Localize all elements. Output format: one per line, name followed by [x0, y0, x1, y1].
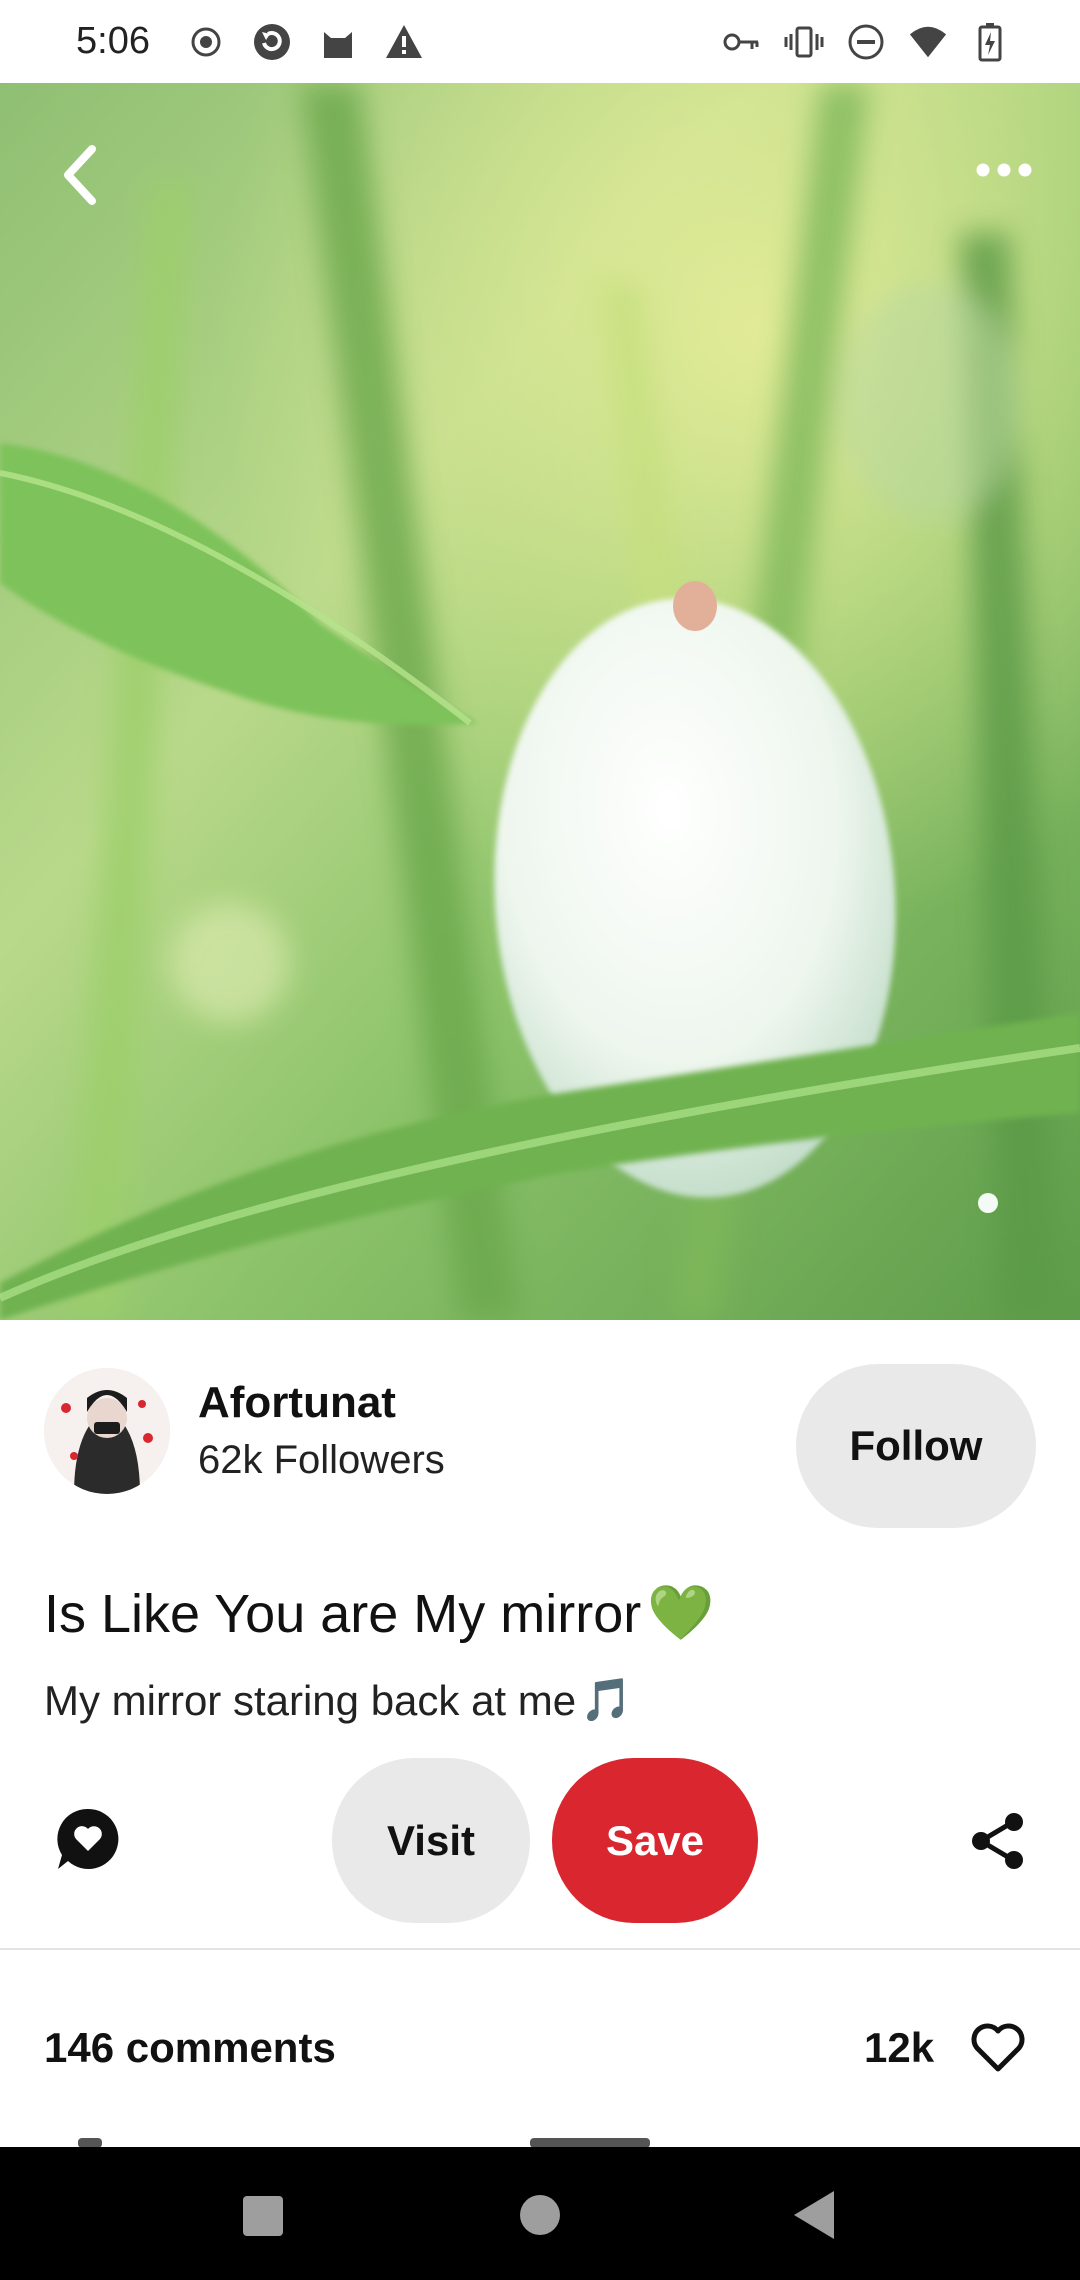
warning-icon: [384, 22, 424, 62]
visit-button[interactable]: Visit: [332, 1758, 530, 1923]
creator-name[interactable]: Afortunat: [198, 1378, 396, 1428]
do-not-disturb-icon: [846, 22, 886, 62]
pin-description-text: My mirror staring back at me: [44, 1676, 577, 1724]
creator-followers: 62k Followers: [198, 1438, 445, 1482]
pin-title-emoji: 💚: [647, 1583, 715, 1643]
pin-title: Is Like You are My mirror 💚: [44, 1582, 714, 1645]
divider: [0, 1948, 1080, 1950]
comments-count[interactable]: 146 comments: [44, 2024, 336, 2072]
creator-avatar-icon: [44, 1368, 170, 1494]
heart-bubble-icon: [57, 1808, 119, 1869]
recents-button[interactable]: [243, 2196, 283, 2236]
status-bar: 5:06: [0, 0, 1080, 83]
app-refresh-icon: [252, 22, 292, 62]
vpn-key-icon: [722, 22, 762, 62]
pin-image[interactable]: [0, 83, 1080, 1320]
likes-count: 12k: [864, 2024, 935, 2071]
back-nav-button[interactable]: [794, 2191, 834, 2239]
pin-description-emoji: 🎵: [580, 1676, 633, 1723]
vibrate-icon: [784, 22, 824, 62]
share-button[interactable]: [962, 1805, 1034, 1877]
more-options-button[interactable]: [964, 145, 1044, 195]
status-icons-left: [186, 18, 424, 66]
chevron-left-icon: [64, 145, 96, 205]
avatar[interactable]: [44, 1368, 170, 1494]
status-time: 5:06: [76, 20, 150, 62]
pin-description: My mirror staring back at me 🎵: [44, 1676, 632, 1725]
back-button[interactable]: [48, 143, 112, 207]
battery-charging-icon: [970, 22, 1010, 62]
share-icon: [972, 1813, 1023, 1869]
wifi-icon: [908, 22, 948, 62]
status-icons-right: [722, 18, 1010, 66]
more-dots-icon: [976, 163, 1032, 177]
cat-icon: [318, 22, 358, 62]
heart-outline-icon: [971, 2023, 1025, 2072]
react-button[interactable]: [52, 1803, 124, 1875]
pin-title-text: Is Like You are My mirror: [44, 1583, 642, 1644]
hero-image: [0, 83, 1080, 1320]
action-row: Visit Save: [0, 1755, 1080, 1925]
like-button[interactable]: [966, 2016, 1030, 2080]
save-button[interactable]: Save: [552, 1758, 758, 1923]
follow-button[interactable]: Follow: [796, 1364, 1036, 1528]
system-nav-bar: [0, 2147, 1080, 2280]
comment-preview-peek: [0, 2130, 1080, 2148]
comments-row: 146 comments 12k: [0, 1990, 1080, 2110]
record-icon: [186, 22, 226, 62]
creator-row: Afortunat 62k Followers Follow: [0, 1320, 1080, 1540]
home-button[interactable]: [520, 2195, 560, 2235]
